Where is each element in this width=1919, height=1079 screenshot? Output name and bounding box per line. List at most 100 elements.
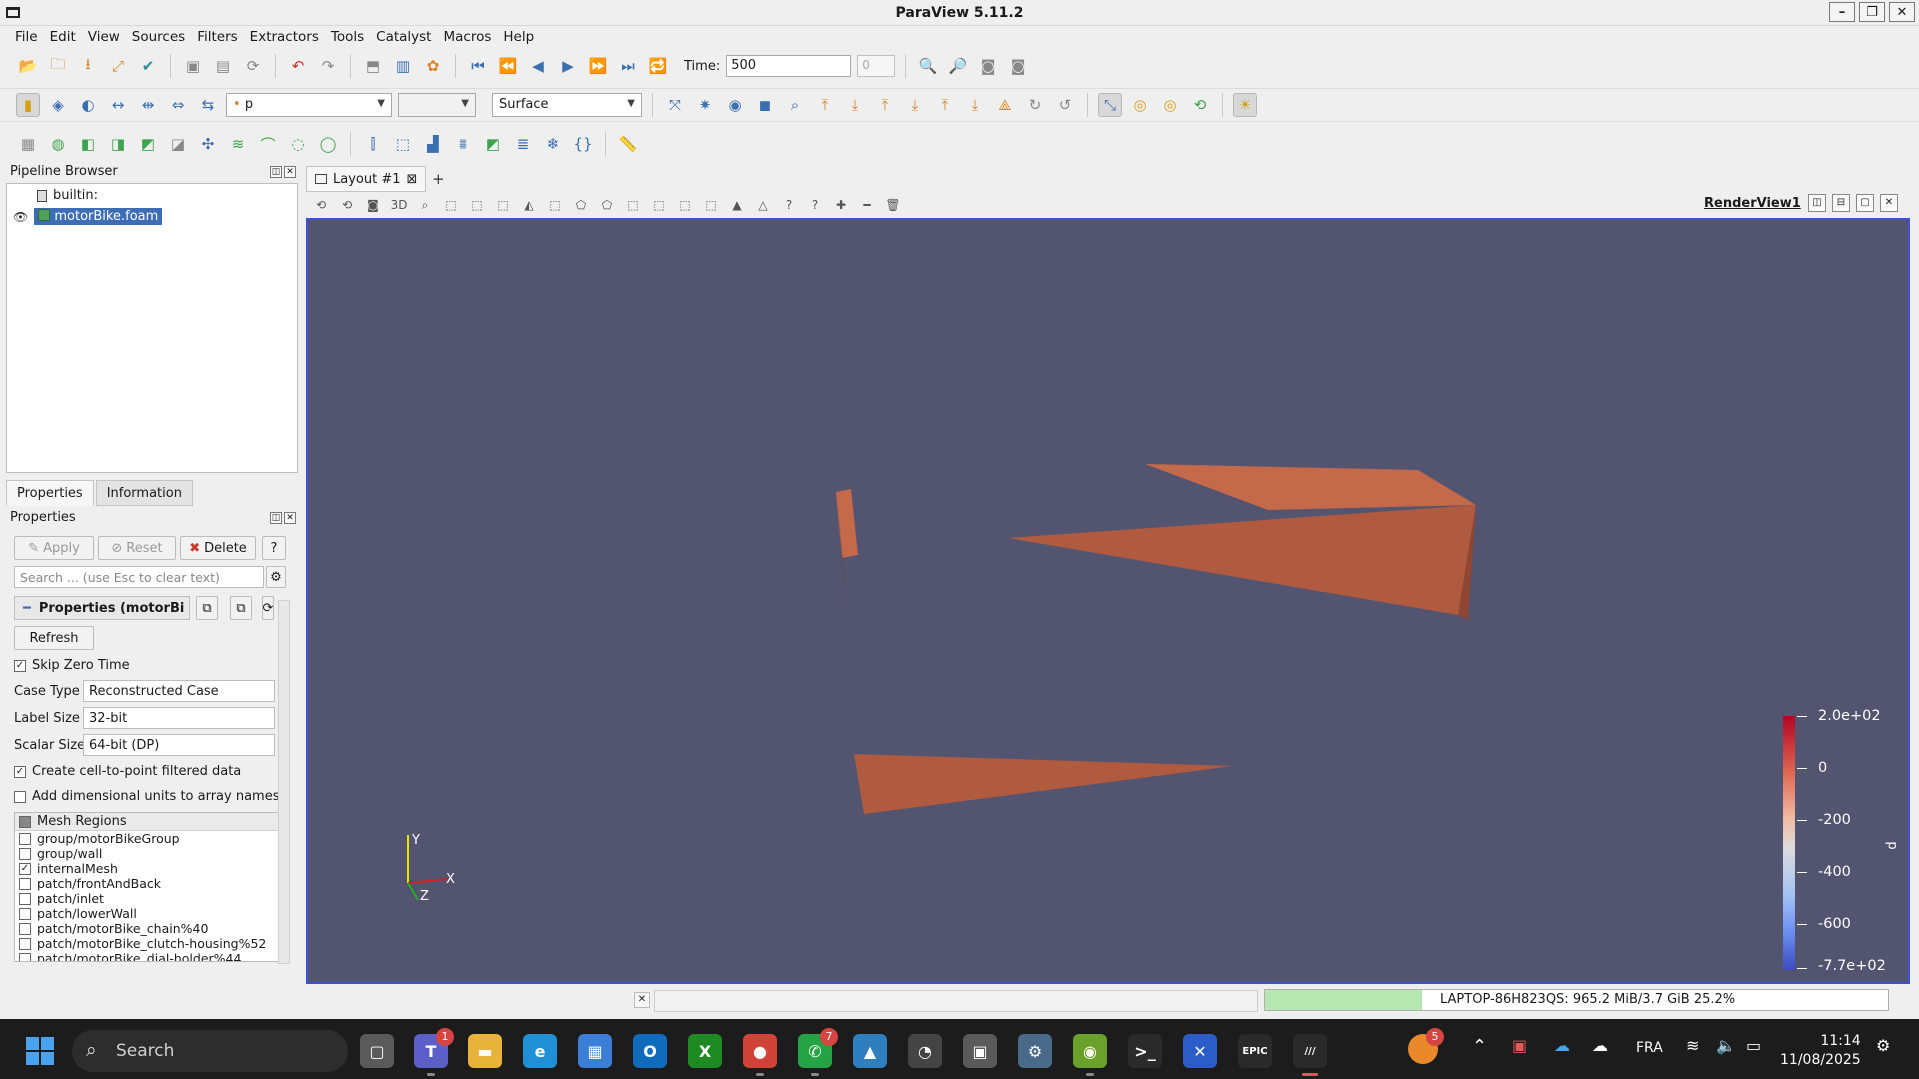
- taskbar-store-icon[interactable]: ▦: [578, 1034, 612, 1068]
- reset-camera-icon[interactable]: ⤧: [663, 93, 687, 117]
- notifications-icon[interactable]: ⚙: [1876, 1036, 1890, 1055]
- onedrive-icon[interactable]: ☁: [1554, 1036, 1570, 1055]
- connect-icon[interactable]: ▣: [181, 54, 205, 78]
- cloud-sync-icon[interactable]: ☁: [1592, 1036, 1608, 1055]
- plot-over-line-icon[interactable]: ⫿: [361, 132, 385, 156]
- slice-icon[interactable]: ◨: [106, 132, 130, 156]
- menu-catalyst[interactable]: Catalyst: [371, 29, 436, 45]
- tray-app-icon[interactable]: ▣: [1512, 1036, 1527, 1055]
- load-state-icon[interactable]: ✔: [136, 54, 160, 78]
- python-calculator-icon[interactable]: {}: [571, 132, 595, 156]
- zoom-icon[interactable]: ⌕: [414, 194, 436, 216]
- save-state-icon[interactable]: ⤢: [106, 54, 130, 78]
- taskbar-epic-games-icon[interactable]: EPIC: [1238, 1034, 1272, 1068]
- light-kit-icon[interactable]: ☀: [1233, 93, 1257, 117]
- reset-session-icon[interactable]: ⟳: [241, 54, 265, 78]
- probe-icon[interactable]: ⬚: [391, 132, 415, 156]
- select-points-icon[interactable]: ⬚: [466, 194, 488, 216]
- taskbar-nvidia-icon[interactable]: ◉: [1073, 1034, 1107, 1076]
- time-input[interactable]: 500: [726, 55, 852, 77]
- render-view-name[interactable]: RenderView1: [1704, 196, 1801, 211]
- stream-tracer-icon[interactable]: ≋: [226, 132, 250, 156]
- capture-icon[interactable]: ◙: [362, 194, 384, 216]
- show-center-icon[interactable]: ◼: [753, 93, 777, 117]
- memory-usage-bar[interactable]: LAPTOP-86H823QS: 965.2 MiB/3.7 GiB 25.2%: [1264, 989, 1889, 1011]
- clock[interactable]: 11:14 11/08/2025: [1780, 1032, 1861, 1070]
- histogram-icon[interactable]: ▟: [421, 132, 445, 156]
- region-checkbox[interactable]: [19, 847, 31, 860]
- taskbar-clock-app-icon[interactable]: ◔: [908, 1034, 942, 1068]
- view-plus-z-icon[interactable]: ⤒: [933, 93, 957, 117]
- snowflake-icon[interactable]: ❄: [541, 132, 565, 156]
- float-icon[interactable]: ◫: [270, 512, 282, 524]
- volume-icon[interactable]: 🔈: [1716, 1036, 1736, 1055]
- copy-properties-button[interactable]: ⧉: [196, 596, 218, 620]
- contour-icon[interactable]: ◍: [46, 132, 70, 156]
- plot-selection-icon[interactable]: ⩩: [451, 132, 475, 156]
- disconnect-icon[interactable]: ▤: [211, 54, 235, 78]
- center-data-icon[interactable]: ◎: [1158, 93, 1182, 117]
- python-shell-icon[interactable]: ⬒: [361, 54, 385, 78]
- view-plus-y-icon[interactable]: ⤒: [873, 93, 897, 117]
- region-checkbox[interactable]: [19, 832, 31, 845]
- color-by-select[interactable]: • p ▼: [226, 93, 392, 117]
- pipeline-item-motorbike[interactable]: 👁 motorBike.foam: [13, 208, 163, 225]
- region-checkbox[interactable]: [19, 892, 31, 905]
- list-item[interactable]: patch/inlet: [15, 891, 283, 906]
- region-checkbox[interactable]: ✓: [19, 862, 31, 875]
- pipeline-item-selected[interactable]: motorBike.foam: [34, 208, 163, 225]
- first-frame-icon[interactable]: ⏮: [466, 54, 490, 78]
- redo-icon[interactable]: ↷: [316, 54, 340, 78]
- paste-properties-button[interactable]: ⧉: [230, 596, 252, 620]
- restore-camera-icon[interactable]: ⟲: [336, 194, 358, 216]
- grow-selection-icon[interactable]: ▲: [726, 194, 748, 216]
- clear-selection-icon[interactable]: 🗑: [882, 194, 904, 216]
- pick-center-icon[interactable]: ◎: [1128, 93, 1152, 117]
- battery-icon[interactable]: ▭: [1746, 1036, 1761, 1055]
- add-layout-button[interactable]: +: [432, 170, 445, 188]
- representation-select[interactable]: Surface ▼: [492, 93, 642, 117]
- tab-properties[interactable]: Properties: [6, 480, 94, 506]
- notification-app-icon[interactable]: 5: [1408, 1028, 1444, 1064]
- interactive-select-icon[interactable]: ⬚: [622, 194, 644, 216]
- toggle-3d-button[interactable]: 3D: [388, 194, 410, 216]
- eye-icon[interactable]: 👁: [13, 210, 28, 224]
- restore-defaults-button[interactable]: ⟳: [262, 596, 274, 620]
- close-view-icon[interactable]: ✕: [1880, 194, 1898, 212]
- shrink-selection-icon[interactable]: △: [752, 194, 774, 216]
- label-size-select[interactable]: 32-bit: [83, 707, 275, 729]
- menu-extractors[interactable]: Extractors: [245, 29, 324, 45]
- taskbar-terminal-icon[interactable]: >_: [1128, 1034, 1162, 1068]
- scalar-size-select[interactable]: 64-bit (DP): [83, 734, 275, 756]
- region-checkbox[interactable]: [19, 907, 31, 920]
- taskbar-teams-icon[interactable]: T1: [414, 1028, 454, 1076]
- taskbar-search[interactable]: ⌕ Search: [72, 1030, 348, 1072]
- taskbar-file-explorer-icon[interactable]: ▬: [468, 1034, 502, 1068]
- time-index-spinbox[interactable]: 0: [857, 55, 896, 77]
- close-icon[interactable]: ✕: [1889, 2, 1915, 22]
- hover-points-icon[interactable]: ⬚: [700, 194, 722, 216]
- render-view[interactable]: Y X Z: [306, 218, 1910, 984]
- view-minus-x-icon[interactable]: ⤓: [843, 93, 867, 117]
- close-icon[interactable]: ⊠: [407, 172, 418, 187]
- list-item[interactable]: group/wall: [15, 846, 283, 861]
- taskbar-xbox-icon[interactable]: X: [688, 1034, 722, 1068]
- skip-zero-time-checkbox[interactable]: ✓: [14, 659, 26, 672]
- settings-gear-button[interactable]: ⚙: [266, 566, 286, 588]
- rescale-time-icon[interactable]: ⇔: [166, 93, 190, 117]
- region-checkbox[interactable]: [19, 952, 31, 961]
- select-polygon-icon[interactable]: ⬠: [570, 194, 592, 216]
- menu-file[interactable]: File: [10, 29, 43, 45]
- menu-tools[interactable]: Tools: [326, 29, 369, 45]
- interactive-select-points-icon[interactable]: ⬚: [648, 194, 670, 216]
- capture-view-2-icon[interactable]: ◙: [1006, 54, 1030, 78]
- last-frame-icon[interactable]: ⏭: [616, 54, 640, 78]
- menu-view[interactable]: View: [83, 29, 125, 45]
- select-polygon-points-icon[interactable]: ⬠: [596, 194, 618, 216]
- screenshot-icon[interactable]: ▥: [391, 54, 415, 78]
- tab-information[interactable]: Information: [95, 480, 193, 506]
- region-checkbox[interactable]: [19, 922, 31, 935]
- subtract-selection-icon[interactable]: ━: [856, 194, 878, 216]
- toggle-color-legend-icon[interactable]: ▮: [16, 93, 40, 117]
- select-block-icon[interactable]: ⬚: [492, 194, 514, 216]
